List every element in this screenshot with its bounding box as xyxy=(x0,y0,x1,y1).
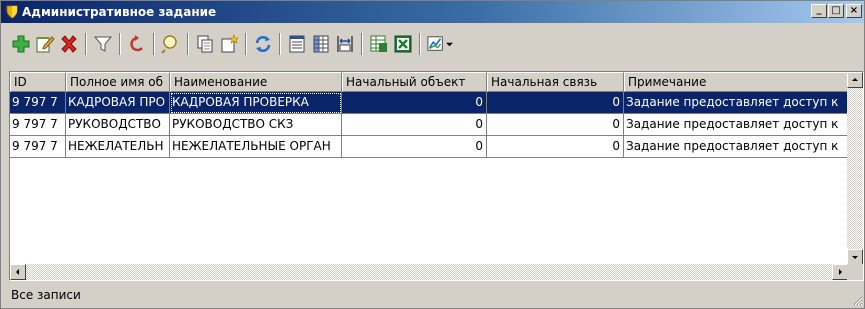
grid-rows: 9 797 7 КАДРОВАЯ ПРО КАДРОВАЯ ПРОВЕРКА 0… xyxy=(10,92,850,158)
window-controls: _ □ × xyxy=(810,4,862,20)
arrow-down-icon xyxy=(852,256,858,259)
toolbar-separator xyxy=(187,33,189,55)
scroll-up-button[interactable] xyxy=(847,72,863,88)
new-record-button[interactable] xyxy=(217,32,240,56)
undo-icon xyxy=(129,35,143,52)
column-header-start-object[interactable]: Начальный объект xyxy=(342,72,487,92)
horizontal-scrollbar[interactable] xyxy=(10,264,848,280)
columns-button[interactable] xyxy=(309,32,332,56)
new-record-icon xyxy=(221,34,239,53)
search-button[interactable] xyxy=(159,32,182,56)
filter-button[interactable] xyxy=(91,32,114,56)
table-row[interactable]: 9 797 7 КАДРОВАЯ ПРО КАДРОВАЯ ПРОВЕРКА 0… xyxy=(10,92,850,114)
copy-button[interactable] xyxy=(193,32,216,56)
column-header-name[interactable]: Наименование xyxy=(170,72,342,92)
excel-icon xyxy=(394,35,411,53)
column-header-note[interactable]: Примечание xyxy=(624,72,850,92)
refresh-icon xyxy=(255,36,270,52)
cell-name[interactable]: КАДРОВАЯ ПРОВЕРКА xyxy=(170,92,342,114)
cell-start-object[interactable]: 0 xyxy=(342,114,487,136)
undo-button[interactable] xyxy=(125,32,148,56)
scrollbar-corner xyxy=(847,264,863,280)
arrow-up-icon xyxy=(852,78,858,81)
scroll-left-button[interactable] xyxy=(10,264,26,280)
cell-note[interactable]: Задание предоставляет доступ к xyxy=(624,114,850,136)
cell-full-name[interactable]: КАДРОВАЯ ПРО xyxy=(66,92,170,114)
cell-id[interactable]: 9 797 7 xyxy=(10,114,66,136)
cell-note[interactable]: Задание предоставляет доступ к xyxy=(624,92,850,114)
search-icon xyxy=(160,35,177,54)
toolbar-separator xyxy=(419,33,421,55)
chevron-down-icon xyxy=(446,42,453,46)
export-icon xyxy=(370,35,387,52)
cell-start-link[interactable]: 0 xyxy=(487,136,624,158)
cell-full-name[interactable]: РУКОВОДСТВО xyxy=(66,114,170,136)
delete-button[interactable] xyxy=(57,32,80,56)
excel-button[interactable] xyxy=(391,32,414,56)
vertical-scrollbar[interactable] xyxy=(847,72,863,265)
status-text: Все записи xyxy=(11,288,81,302)
window-title: Административное задание xyxy=(22,5,217,19)
resize-grip-icon[interactable] xyxy=(851,294,863,306)
fit-width-button[interactable] xyxy=(333,32,356,56)
table-row[interactable]: 9 797 7 НЕЖЕЛАТЕЛЬН НЕЖЕЛАТЕЛЬНЫЕ ОРГАН … xyxy=(10,136,850,158)
column-header-id[interactable]: ID xyxy=(10,72,66,92)
close-icon: × xyxy=(849,5,859,16)
toolbar xyxy=(9,25,864,63)
chart-icon xyxy=(427,36,443,51)
cell-start-object[interactable]: 0 xyxy=(342,136,487,158)
minimize-button[interactable]: _ xyxy=(811,4,827,18)
cell-id[interactable]: 9 797 7 xyxy=(10,136,66,158)
copy-icon xyxy=(197,35,212,53)
data-grid: ID Полное имя об Наименование Начальный … xyxy=(9,71,864,281)
columns-icon xyxy=(313,35,328,53)
cell-start-link[interactable]: 0 xyxy=(487,92,624,114)
arrow-right-icon xyxy=(839,269,842,275)
app-window: Административное задание _ □ × ID Полное… xyxy=(0,0,865,309)
grid-header: ID Полное имя об Наименование Начальный … xyxy=(10,72,850,92)
cell-full-name[interactable]: НЕЖЕЛАТЕЛЬН xyxy=(66,136,170,158)
filter-icon xyxy=(93,36,112,52)
column-header-start-link[interactable]: Начальная связь xyxy=(487,72,624,92)
maximize-button[interactable]: □ xyxy=(828,4,844,18)
refresh-button[interactable] xyxy=(251,32,274,56)
scroll-right-button[interactable] xyxy=(832,264,848,280)
cell-name[interactable]: НЕЖЕЛАТЕЛЬНЫЕ ОРГАН xyxy=(170,136,342,158)
shield-icon xyxy=(6,5,18,19)
toolbar-separator xyxy=(361,33,363,55)
edit-icon xyxy=(36,36,55,53)
chart-dropdown-button[interactable] xyxy=(425,32,455,56)
delete-icon xyxy=(60,35,77,53)
toolbar-separator xyxy=(85,33,87,55)
list-view-icon xyxy=(289,35,304,53)
arrow-left-icon xyxy=(16,269,19,275)
minimize-icon: _ xyxy=(816,4,822,15)
export-button[interactable] xyxy=(367,32,390,56)
column-header-full-name[interactable]: Полное имя об xyxy=(66,72,170,92)
edit-button[interactable] xyxy=(33,32,56,56)
toolbar-separator xyxy=(153,33,155,55)
cell-note[interactable]: Задание предоставляет доступ к xyxy=(624,136,850,158)
toolbar-separator xyxy=(279,33,281,55)
cell-start-object[interactable]: 0 xyxy=(342,92,487,114)
list-view-button[interactable] xyxy=(285,32,308,56)
cell-start-link[interactable]: 0 xyxy=(487,114,624,136)
cell-name[interactable]: РУКОВОДСТВО СКЗ xyxy=(170,114,342,136)
maximize-icon: □ xyxy=(831,5,841,16)
title-bar[interactable]: Административное задание _ □ × xyxy=(1,1,864,23)
cell-id[interactable]: 9 797 7 xyxy=(10,92,66,114)
add-icon xyxy=(12,35,29,53)
toolbar-separator xyxy=(245,33,247,55)
table-row[interactable]: 9 797 7 РУКОВОДСТВО РУКОВОДСТВО СКЗ 0 0 … xyxy=(10,114,850,136)
status-bar: Все записи xyxy=(9,285,864,307)
fit-width-icon xyxy=(336,36,353,52)
close-button[interactable]: × xyxy=(846,4,862,18)
scroll-down-button[interactable] xyxy=(847,249,863,265)
toolbar-separator xyxy=(119,33,121,55)
add-button[interactable] xyxy=(9,32,32,56)
